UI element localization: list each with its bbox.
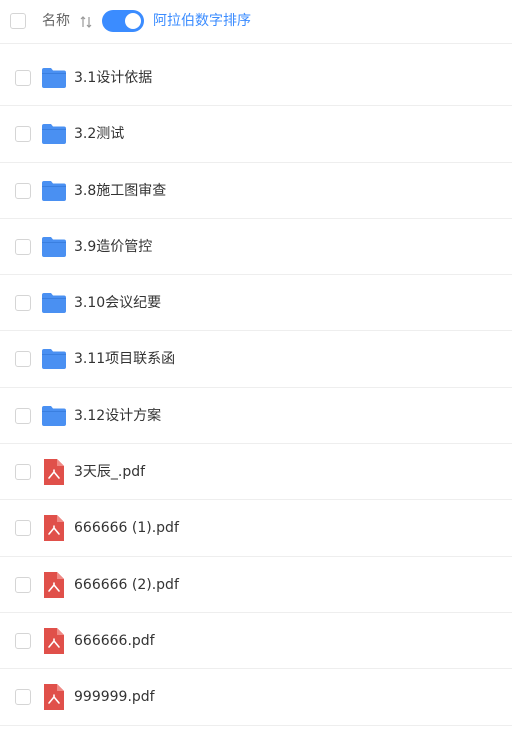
folder-icon — [41, 346, 67, 372]
list-item[interactable]: 3.12设计方案 — [0, 388, 512, 445]
folder-icon — [41, 65, 67, 91]
list-item[interactable]: 3.11项目联系函 — [0, 331, 512, 388]
list-item[interactable]: 3.9造价管控 — [0, 219, 512, 276]
file-name[interactable]: 3.1设计依据 — [74, 68, 152, 88]
list-item[interactable]: 3.8施工图审查 — [0, 163, 512, 219]
list-header: 名称 阿拉伯数字排序 — [0, 0, 512, 44]
pdf-icon — [41, 515, 67, 542]
file-name[interactable]: 3.11项目联系函 — [74, 349, 175, 369]
file-name[interactable]: 3.12设计方案 — [74, 406, 161, 426]
sort-mode-label: 阿拉伯数字排序 — [153, 13, 251, 29]
row-checkbox[interactable] — [15, 70, 31, 86]
list-item[interactable]: 666666 (2).pdf — [0, 557, 512, 613]
row-checkbox[interactable] — [15, 407, 31, 424]
folder-icon — [41, 290, 67, 316]
row-checkbox[interactable] — [15, 126, 31, 143]
list-item[interactable]: 3天辰_.pdf — [0, 444, 512, 501]
row-checkbox[interactable] — [15, 464, 31, 481]
pdf-icon — [41, 627, 67, 654]
list-item[interactable]: 3.2测试 — [0, 106, 512, 163]
pdf-icon — [41, 684, 67, 711]
file-name[interactable]: 3天辰_.pdf — [74, 462, 145, 482]
file-name[interactable]: 666666 (1).pdf — [74, 518, 179, 538]
folder-icon — [41, 121, 67, 147]
file-name[interactable]: 3.9造价管控 — [74, 237, 152, 257]
row-checkbox[interactable] — [15, 520, 31, 537]
row-checkbox[interactable] — [15, 295, 31, 312]
column-name-label: 名称 — [42, 13, 70, 29]
list-item[interactable]: 3.1设计依据 — [0, 50, 512, 107]
list-item[interactable]: 3.10会议纪要 — [0, 275, 512, 332]
folder-icon — [41, 403, 67, 429]
file-name[interactable]: 666666.pdf — [74, 631, 155, 651]
row-checkbox[interactable] — [15, 238, 31, 255]
folder-icon — [41, 234, 67, 260]
list-item[interactable]: 666666 (1).pdf — [0, 500, 512, 557]
file-list: 3.1设计依据 3.2测试 3.8施工图审查 3.9造价管控 3.10会议纪要 … — [0, 50, 512, 726]
row-checkbox[interactable] — [15, 632, 31, 649]
row-checkbox[interactable] — [15, 351, 31, 368]
sort-arrows-icon[interactable] — [80, 14, 92, 28]
file-name[interactable]: 3.2测试 — [74, 124, 124, 144]
file-name[interactable]: 3.10会议纪要 — [74, 293, 161, 313]
file-name[interactable]: 3.8施工图审查 — [74, 181, 166, 201]
folder-icon — [41, 178, 67, 204]
row-checkbox[interactable] — [15, 689, 31, 706]
select-all-checkbox[interactable] — [10, 13, 26, 29]
file-name[interactable]: 666666 (2).pdf — [74, 575, 179, 595]
list-item[interactable]: 999999.pdf — [0, 669, 512, 726]
file-name[interactable]: 999999.pdf — [74, 687, 155, 707]
toggle-knob — [125, 13, 141, 29]
sort-mode-toggle[interactable] — [102, 10, 144, 32]
pdf-icon — [41, 571, 67, 598]
row-checkbox[interactable] — [15, 576, 31, 593]
pdf-icon — [41, 459, 67, 486]
list-item[interactable]: 666666.pdf — [0, 613, 512, 670]
row-checkbox[interactable] — [15, 182, 31, 199]
